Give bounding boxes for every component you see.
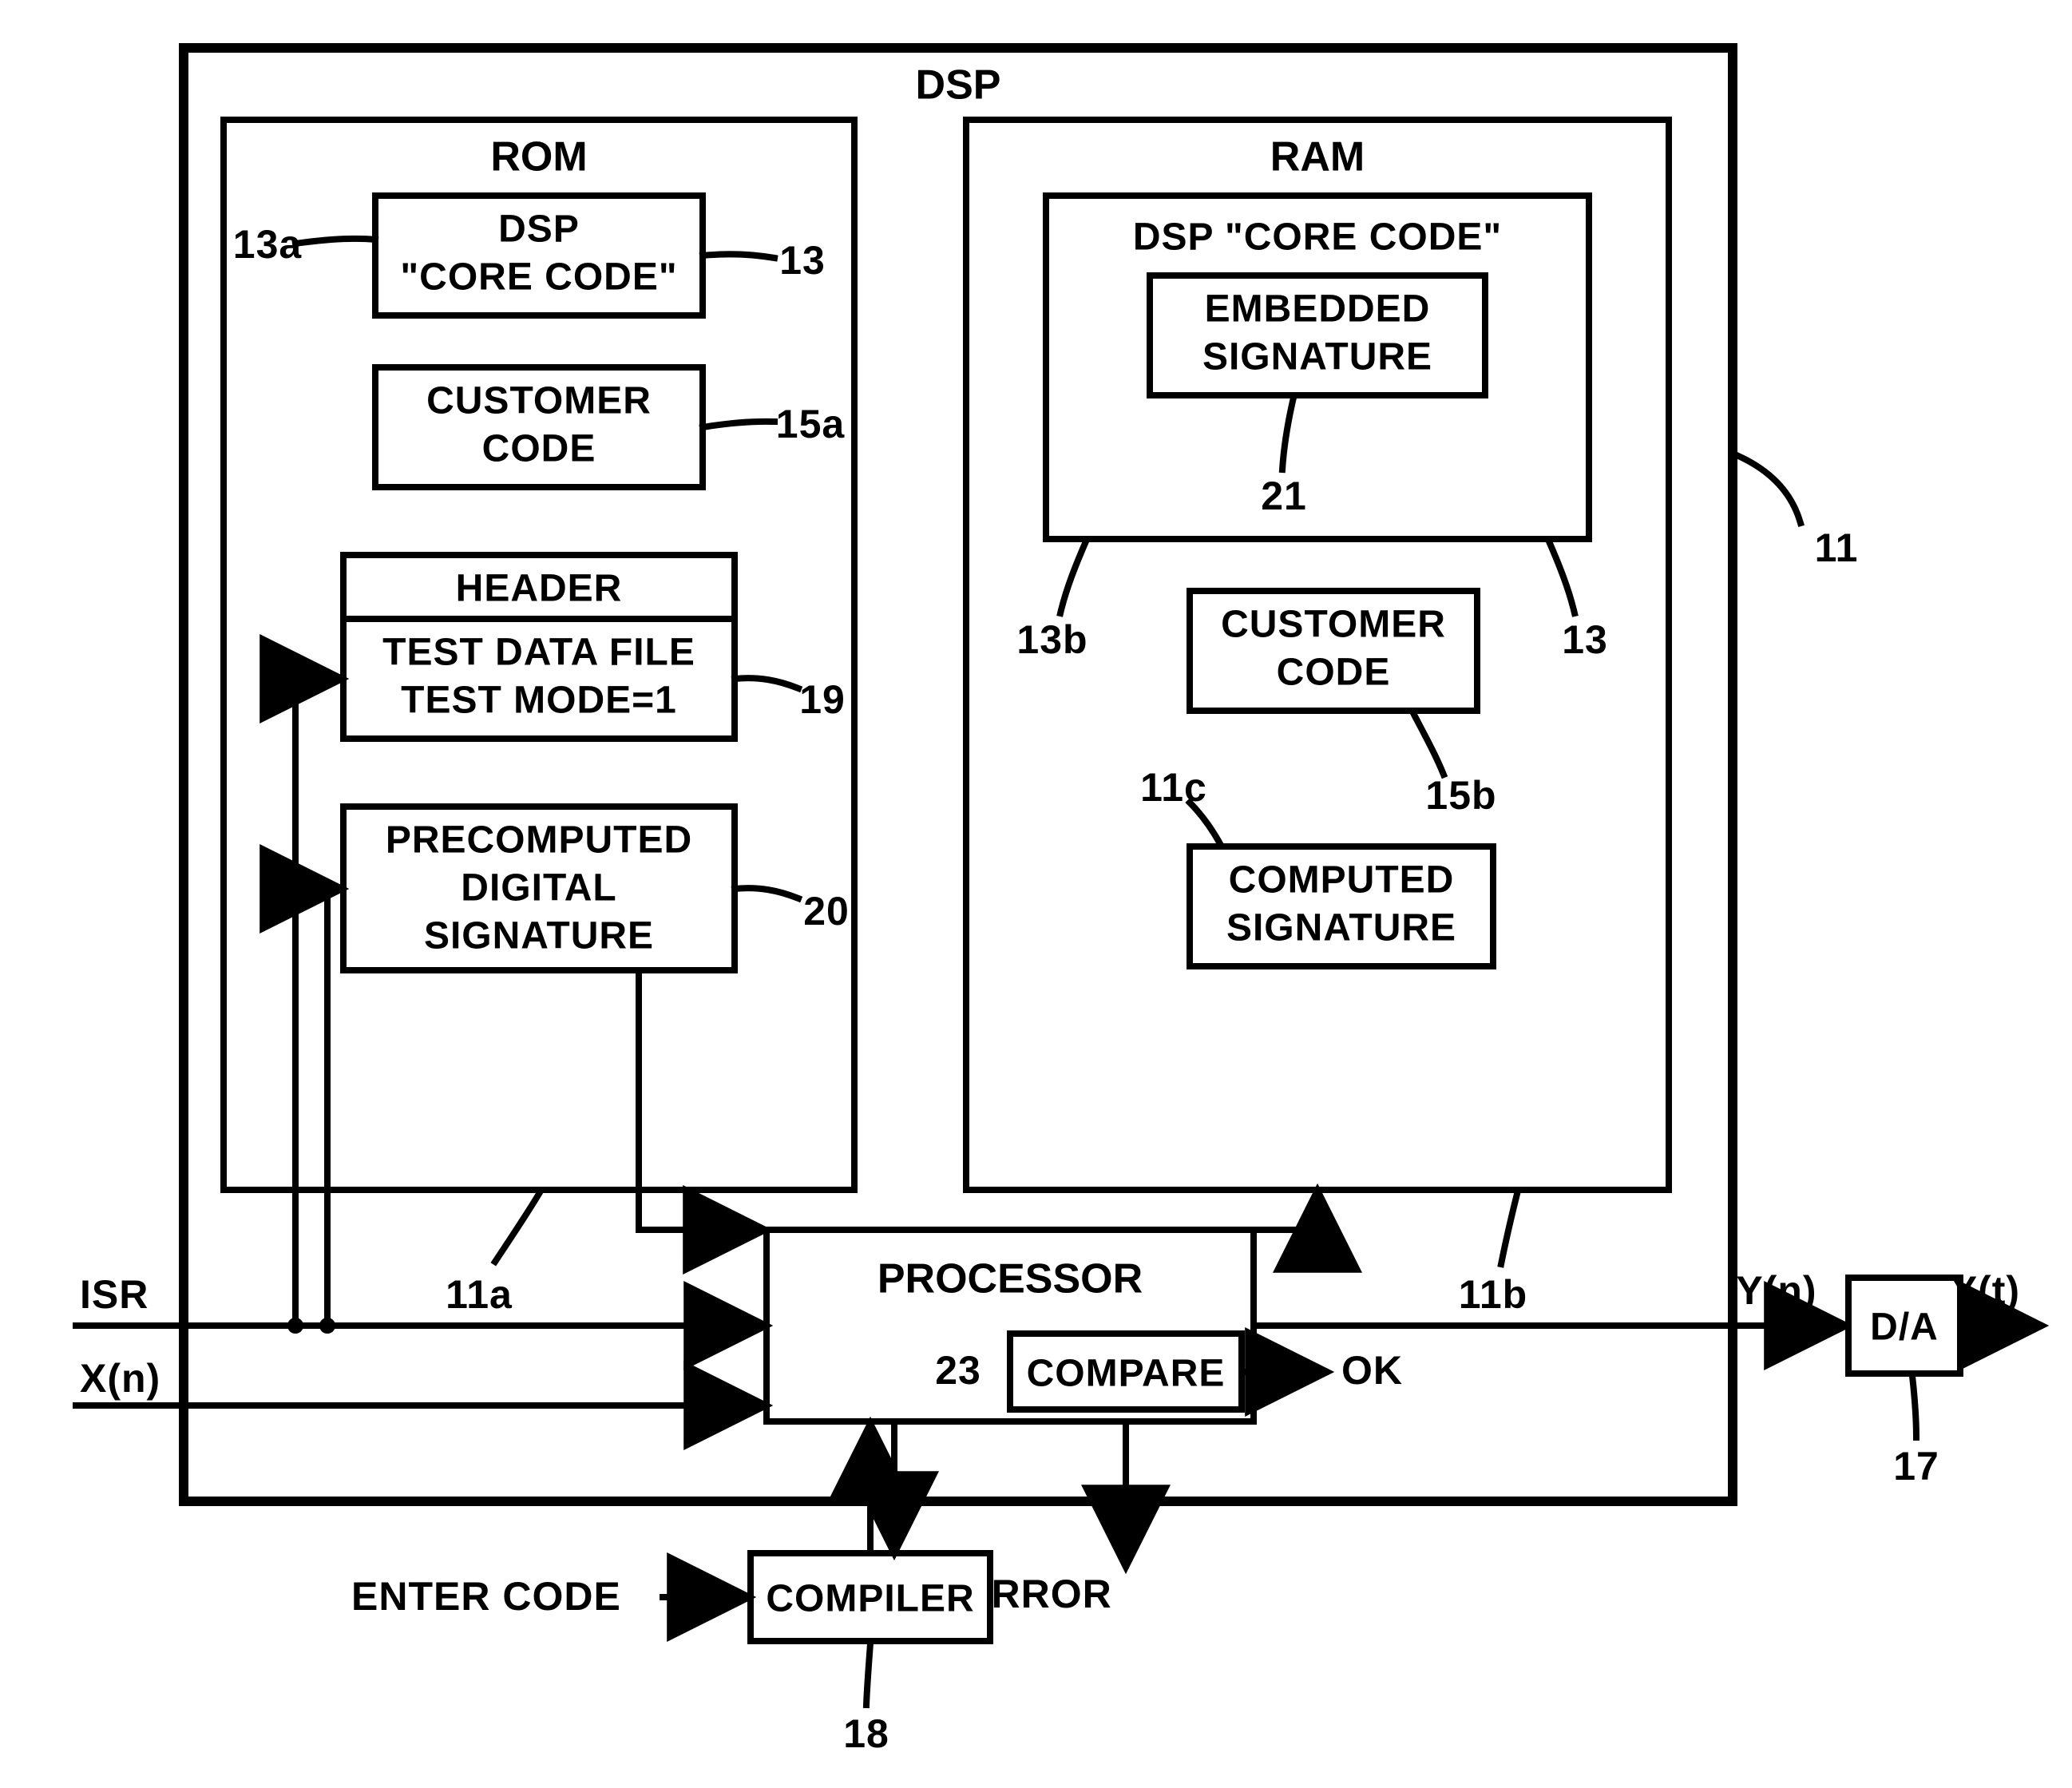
ref-11a: 11a <box>446 1272 513 1317</box>
leader-17 <box>1912 1376 1916 1437</box>
xn-label: X(n) <box>80 1356 160 1401</box>
ref-13-left: 13 <box>779 238 826 283</box>
ref-13-r: 13 <box>1562 617 1608 662</box>
rom-core-l2: "CORE CODE" <box>400 256 677 299</box>
rom-precomp-l2: DIGITAL <box>461 867 616 910</box>
ref-13a: 13a <box>233 222 303 267</box>
enter-label: ENTER CODE <box>351 1574 621 1619</box>
ram-core-text: DSP "CORE CODE" <box>1133 216 1502 259</box>
ram-comp-l2: SIGNATURE <box>1226 907 1456 950</box>
ref-11: 11 <box>1815 525 1859 570</box>
isr-label: ISR <box>80 1272 149 1317</box>
leader-13-left <box>703 254 775 258</box>
rom-title: ROM <box>490 134 587 180</box>
rom-precomp-l1: PRECOMPUTED <box>386 819 692 862</box>
compare-text: COMPARE <box>1027 1353 1226 1395</box>
rom-tdf-l1: TEST DATA FILE <box>382 632 695 674</box>
yn-label: Y(n) <box>1736 1268 1816 1313</box>
rom-precomp-l3: SIGNATURE <box>424 915 654 957</box>
ok-label: OK <box>1341 1348 1403 1393</box>
leader-18 <box>866 1643 870 1705</box>
ref-20: 20 <box>803 889 850 934</box>
ref-19: 19 <box>799 677 846 722</box>
ref-15b: 15b <box>1425 773 1496 818</box>
ram-emb-l2: SIGNATURE <box>1202 336 1432 379</box>
dsp-title: DSP <box>916 62 1001 109</box>
ref-18: 18 <box>843 1711 889 1756</box>
ref-13b: 13b <box>1016 617 1088 662</box>
ref-11c: 11c <box>1140 765 1207 810</box>
ref-23: 23 <box>935 1348 981 1393</box>
compiler-text: COMPILER <box>766 1578 974 1620</box>
ref-15a: 15a <box>776 402 846 446</box>
ref-21: 21 <box>1261 474 1307 518</box>
ram-cust-l1: CUSTOMER <box>1221 604 1446 646</box>
ref-17: 17 <box>1893 1444 1939 1489</box>
leader-11 <box>1737 455 1801 523</box>
rom-core-l1: DSP <box>498 208 580 251</box>
ram-cust-l2: CODE <box>1277 652 1391 694</box>
rom-tdf-l2: TEST MODE=1 <box>401 680 677 722</box>
rom-cust-l1: CUSTOMER <box>426 380 652 422</box>
ram-comp-l1: COMPUTED <box>1229 859 1455 902</box>
yt-label: Y(t) <box>1951 1268 2020 1313</box>
rom-cust-l2: CODE <box>482 428 596 470</box>
ram-emb-l1: EMBEDDED <box>1205 288 1431 331</box>
processor-title: PROCESSOR <box>878 1256 1143 1302</box>
rom-hdr-text: HEADER <box>456 568 623 610</box>
ram-title: RAM <box>1270 134 1365 180</box>
da-text: D/A <box>1870 1306 1939 1349</box>
ref-11b: 11b <box>1459 1272 1527 1317</box>
